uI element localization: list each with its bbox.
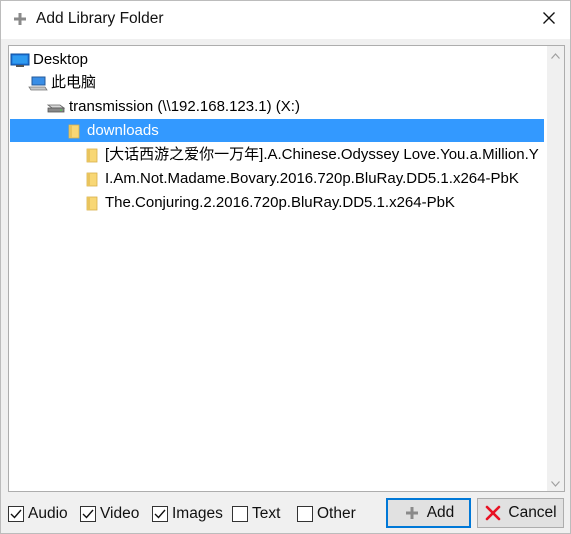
filter-label: Other: [317, 505, 356, 522]
tree-node-label: 此电脑: [51, 74, 97, 91]
filter-images-checkbox[interactable]: Images: [152, 504, 223, 524]
plus-icon: [13, 12, 27, 26]
filter-audio-checkbox[interactable]: Audio: [8, 504, 68, 524]
checkbox-box[interactable]: [80, 506, 96, 522]
filter-label: Audio: [28, 505, 68, 522]
close-icon: [542, 11, 556, 29]
network-drive-icon: [46, 97, 66, 117]
folder-icon: [82, 145, 102, 165]
add-button[interactable]: Add: [386, 498, 471, 528]
dialog-footer: Audio Video Images Text Other Add Cancel: [1, 495, 570, 533]
title-bar: Add Library Folder: [1, 1, 570, 39]
close-button[interactable]: [531, 6, 567, 34]
checkbox-box[interactable]: [232, 506, 248, 522]
filter-label: Video: [100, 505, 140, 522]
chevron-down-icon: [551, 474, 560, 491]
folder-tree[interactable]: Desktop 此电脑 transmission (\\192.168.123.…: [8, 45, 565, 492]
filter-label: Images: [172, 505, 223, 522]
tree-node-folder[interactable]: [大话西游之爱你一万年].A.Chinese.Odyssey Love.You.…: [82, 143, 544, 166]
scroll-up-button[interactable]: [547, 46, 564, 63]
filter-text-checkbox[interactable]: Text: [232, 504, 280, 524]
scroll-down-button[interactable]: [547, 474, 564, 491]
checkbox-box[interactable]: [8, 506, 24, 522]
tree-node-network-drive[interactable]: transmission (\\192.168.123.1) (X:): [46, 95, 544, 118]
filter-label: Text: [252, 505, 281, 522]
cancel-button[interactable]: Cancel: [477, 498, 564, 528]
plus-icon: [403, 504, 421, 522]
tree-node-downloads[interactable]: downloads: [10, 119, 544, 142]
tree-node-label: downloads: [87, 122, 159, 139]
red-x-icon: [484, 504, 502, 522]
filter-other-checkbox[interactable]: Other: [297, 504, 356, 524]
tree-node-label: Desktop: [33, 51, 89, 68]
chevron-up-icon: [551, 46, 560, 63]
folder-icon: [64, 121, 84, 141]
folder-icon: [82, 169, 102, 189]
tree-node-desktop[interactable]: Desktop: [10, 48, 544, 71]
tree-node-label: [大话西游之爱你一万年].A.Chinese.Odyssey Love.You.…: [105, 146, 539, 163]
tree-node-label: I.Am.Not.Madame.Bovary.2016.720p.BluRay.…: [105, 170, 519, 187]
checkbox-box[interactable]: [297, 506, 313, 522]
cancel-button-label: Cancel: [508, 504, 557, 521]
filter-video-checkbox[interactable]: Video: [80, 504, 139, 524]
dialog-title: Add Library Folder: [36, 10, 164, 27]
vertical-scrollbar[interactable]: [547, 46, 564, 491]
add-button-label: Add: [426, 504, 455, 521]
tree-node-label: transmission (\\192.168.123.1) (X:): [69, 98, 300, 115]
add-library-folder-dialog: Add Library Folder Desktop 此电脑 transmiss…: [0, 0, 571, 534]
desktop-icon: [10, 50, 30, 70]
tree-node-folder[interactable]: The.Conjuring.2.2016.720p.BluRay.DD5.1.x…: [82, 191, 544, 214]
tree-node-label: The.Conjuring.2.2016.720p.BluRay.DD5.1.x…: [105, 194, 455, 211]
tree-node-this-pc[interactable]: 此电脑: [28, 71, 544, 94]
folder-icon: [82, 193, 102, 213]
computer-icon: [28, 73, 48, 93]
tree-node-folder[interactable]: I.Am.Not.Madame.Bovary.2016.720p.BluRay.…: [82, 167, 544, 190]
checkbox-box[interactable]: [152, 506, 168, 522]
